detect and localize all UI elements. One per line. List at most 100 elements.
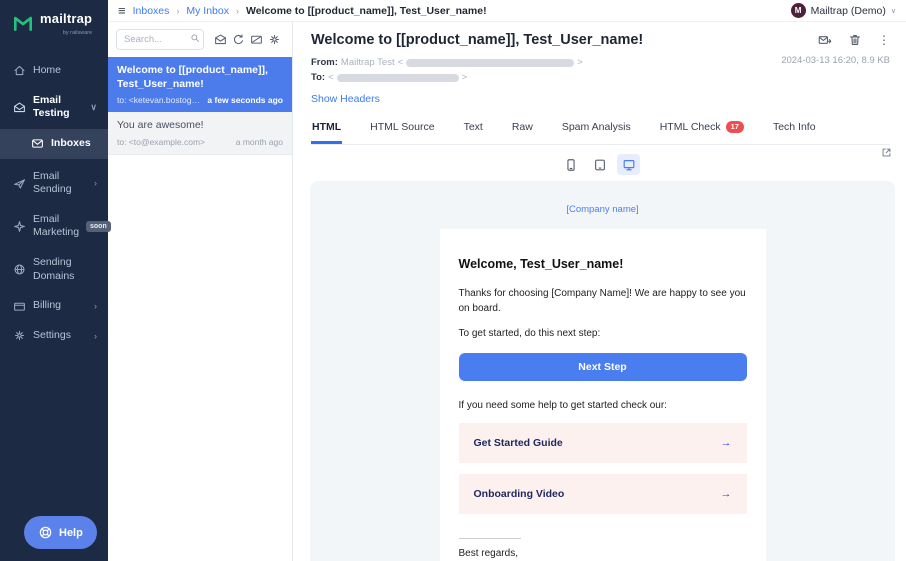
tab-tech-info[interactable]: Tech Info — [772, 114, 817, 144]
breadcrumb-inboxes[interactable]: Inboxes — [133, 5, 170, 17]
desktop-preview-button[interactable] — [617, 154, 640, 175]
sidebar-item-billing[interactable]: Billing › — [0, 291, 108, 321]
paper-plane-icon — [13, 177, 26, 190]
chevron-right-icon: › — [94, 331, 100, 341]
tab-raw[interactable]: Raw — [511, 114, 534, 144]
breadcrumb-separator-icon: › — [176, 6, 179, 16]
sidebar-item-settings[interactable]: Settings › — [0, 321, 108, 351]
message-subject: You are awesome! — [117, 119, 283, 133]
sidebar-item-label: Sending Domains — [33, 256, 100, 283]
signature-divider — [459, 538, 521, 539]
angle-close: > — [462, 72, 468, 83]
sidebar-item-email-testing[interactable]: Email Testing ∨ — [0, 86, 108, 129]
forward-email-icon[interactable] — [818, 33, 832, 47]
message-to: to: <ketevan.bostoganashvili@rail... — [117, 95, 203, 105]
gear-icon — [13, 329, 26, 342]
message-date-size: 2024-03-13 16:20, 8.9 KB — [781, 55, 890, 66]
sidebar-item-label: Email Marketing — [33, 213, 79, 240]
account-menu[interactable]: M Mailtrap (Demo) ∨ — [791, 3, 896, 18]
tab-html-source[interactable]: HTML Source — [369, 114, 435, 144]
search-icon — [190, 33, 200, 43]
message-view: Welcome to [[product_name]], Test_User_n… — [293, 22, 906, 561]
message-list-item[interactable]: You are awesome! to: <to@example.com> a … — [108, 112, 292, 155]
tab-html-check[interactable]: HTML Check17 — [659, 114, 745, 144]
link-label: Onboarding Video — [474, 488, 565, 500]
clear-inbox-icon[interactable] — [250, 33, 263, 46]
show-headers-link[interactable]: Show Headers — [311, 93, 380, 105]
breadcrumb-current: Welcome to [[product_name]], Test_User_n… — [246, 5, 487, 17]
arrow-right-icon: → — [721, 488, 732, 500]
home-icon — [13, 64, 26, 77]
credit-card-icon — [13, 300, 26, 313]
life-ring-icon — [38, 525, 53, 540]
logo-name: mailtrap — [40, 11, 92, 26]
help-button[interactable]: Help — [24, 516, 97, 549]
hamburger-icon[interactable]: ≡ — [118, 4, 126, 17]
help-label: Help — [59, 527, 83, 539]
link-label: Get Started Guide — [474, 437, 563, 449]
email-preview: [Company name] Welcome, Test_User_name! … — [310, 181, 895, 561]
company-name-link[interactable]: [Company name] — [310, 181, 895, 215]
regards-text: Best regards, — [459, 548, 747, 559]
email-testing-icon — [13, 101, 26, 114]
mailtrap-logo[interactable]: mailtrap by railsware — [0, 0, 108, 48]
onboarding-video-link[interactable]: Onboarding Video → — [459, 474, 747, 514]
sparkle-icon — [13, 220, 26, 233]
message-subject: Welcome to [[product_name]], Test_User_n… — [117, 64, 283, 91]
to-row: To: < > — [311, 72, 890, 83]
message-time: a few seconds ago — [207, 95, 283, 105]
tab-spam-analysis[interactable]: Spam Analysis — [561, 114, 632, 144]
email-paragraph: If you need some help to get started che… — [459, 398, 747, 413]
message-title: Welcome to [[product_name]], Test_User_n… — [311, 32, 890, 48]
list-settings-gear-icon[interactable] — [268, 33, 281, 46]
device-preview-switcher — [293, 145, 906, 175]
avatar: M — [791, 3, 806, 18]
get-started-guide-link[interactable]: Get Started Guide → — [459, 423, 747, 463]
email-body-card: Welcome, Test_User_name! Thanks for choo… — [440, 229, 766, 561]
sidebar-item-label: Billing — [33, 299, 61, 313]
message-actions: ⋮ — [818, 33, 890, 47]
tab-text[interactable]: Text — [463, 114, 484, 144]
message-tabs: HTML HTML Source Text Raw Spam Analysis … — [311, 114, 890, 145]
open-in-new-window-icon[interactable] — [881, 147, 892, 158]
sidebar-item-inboxes[interactable]: Inboxes — [0, 129, 108, 159]
list-tools — [211, 33, 284, 46]
envelope-open-icon[interactable] — [214, 33, 227, 46]
breadcrumb-my-inbox[interactable]: My Inbox — [186, 5, 229, 17]
kebab-menu-icon[interactable]: ⋮ — [878, 33, 890, 47]
sidebar-item-home[interactable]: Home — [0, 56, 108, 86]
refresh-icon[interactable] — [232, 33, 245, 46]
sidebar-item-email-marketing[interactable]: Email Marketing soon — [0, 205, 108, 248]
arrow-right-icon: → — [721, 437, 732, 449]
topbar: ≡ Inboxes › My Inbox › Welcome to [[prod… — [108, 0, 906, 22]
message-header: Welcome to [[product_name]], Test_User_n… — [293, 22, 906, 107]
message-time: a month ago — [236, 137, 283, 147]
soon-badge: soon — [86, 221, 111, 232]
trash-icon[interactable] — [848, 33, 862, 47]
sidebar-item-label: Email Sending — [33, 170, 87, 197]
html-check-count-badge: 17 — [726, 121, 744, 133]
to-label: To: — [311, 72, 325, 83]
message-list-item-selected[interactable]: Welcome to [[product_name]], Test_User_n… — [108, 57, 292, 112]
list-toolbar — [108, 22, 292, 57]
tablet-preview-button[interactable] — [588, 154, 611, 175]
globe-icon — [13, 263, 26, 276]
mailtrap-logo-icon — [12, 12, 34, 34]
email-paragraph: To get started, do this next step: — [459, 326, 747, 341]
angle-open: < — [328, 72, 334, 83]
from-name: Mailtrap Test — [341, 57, 395, 68]
next-step-button[interactable]: Next Step — [459, 353, 747, 381]
chevron-down-icon: ∨ — [90, 102, 100, 113]
sidebar-item-label: Settings — [33, 329, 71, 343]
mobile-preview-button[interactable] — [559, 154, 582, 175]
sidebar-item-sending-domains[interactable]: Sending Domains — [0, 248, 108, 291]
tab-html[interactable]: HTML — [311, 114, 342, 144]
chevron-right-icon: › — [94, 178, 100, 188]
sidebar-item-email-sending[interactable]: Email Sending › — [0, 162, 108, 205]
sidebar-item-label: Home — [33, 64, 61, 78]
sidebar-item-label: Inboxes — [51, 137, 91, 151]
angle-close: > — [577, 57, 583, 68]
redacted-from-address — [406, 59, 574, 67]
sidebar-item-label: Email Testing — [33, 94, 83, 121]
redacted-to-address — [337, 74, 459, 82]
